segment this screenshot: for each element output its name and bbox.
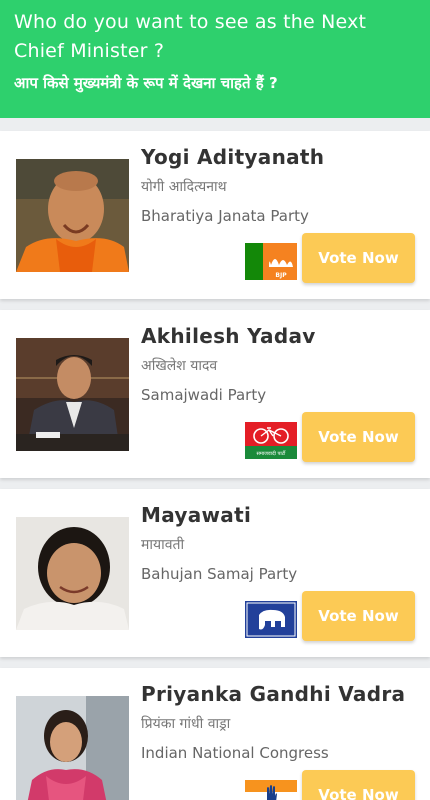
- candidate-photo: [16, 517, 129, 630]
- candidate-name-hindi: अखिलेश यादव: [141, 358, 218, 374]
- candidate-party: Bahujan Samaj Party: [141, 565, 298, 583]
- sp-logo-text: समाजवादी पार्टी: [257, 450, 287, 457]
- vote-now-button[interactable]: Vote Now: [302, 412, 415, 462]
- candidate-card: Mayawati मायावती Bahujan Samaj Party Vot…: [0, 489, 430, 657]
- candidate-name-hindi: प्रियंका गांधी वाड्रा: [141, 716, 231, 732]
- inc-hand-logo: [245, 780, 297, 800]
- candidate-name: Priyanka Gandhi Vadra: [141, 682, 406, 706]
- candidate-card: Priyanka Gandhi Vadra प्रियंका गांधी वाड…: [0, 668, 430, 800]
- sp-bicycle-logo: समाजवादी पार्टी: [245, 422, 297, 459]
- candidate-card: Akhilesh Yadav अखिलेश यादव Samajwadi Par…: [0, 310, 430, 478]
- question-hindi: आप किसे मुख्यमंत्री के रूप में देखना चाह…: [14, 74, 278, 92]
- bjp-logo-text: BJP: [275, 272, 287, 279]
- question-header: Who do you want to see as the Next Chief…: [0, 0, 430, 118]
- vote-now-button[interactable]: Vote Now: [302, 591, 415, 641]
- vote-now-button[interactable]: Vote Now: [302, 770, 415, 800]
- candidate-name: Yogi Adityanath: [141, 145, 325, 169]
- candidate-party: Bharatiya Janata Party: [141, 207, 309, 225]
- candidate-name: Mayawati: [141, 503, 252, 527]
- candidate-party: Samajwadi Party: [141, 386, 267, 404]
- bsp-elephant-logo: [245, 601, 297, 638]
- candidate-name-hindi: मायावती: [141, 537, 185, 553]
- candidate-photo: [16, 338, 129, 451]
- bjp-lotus-logo: BJP: [245, 243, 297, 280]
- vote-now-button[interactable]: Vote Now: [302, 233, 415, 283]
- candidate-name-hindi: योगी आदित्यनाथ: [141, 179, 227, 195]
- candidate-name: Akhilesh Yadav: [141, 324, 316, 348]
- candidate-photo: [16, 159, 129, 272]
- candidate-card: Yogi Adityanath योगी आदित्यनाथ Bharatiya…: [0, 131, 430, 299]
- question-english: Who do you want to see as the Next Chief…: [14, 11, 367, 62]
- candidate-party: Indian National Congress: [141, 744, 329, 762]
- candidate-photo: [16, 696, 129, 800]
